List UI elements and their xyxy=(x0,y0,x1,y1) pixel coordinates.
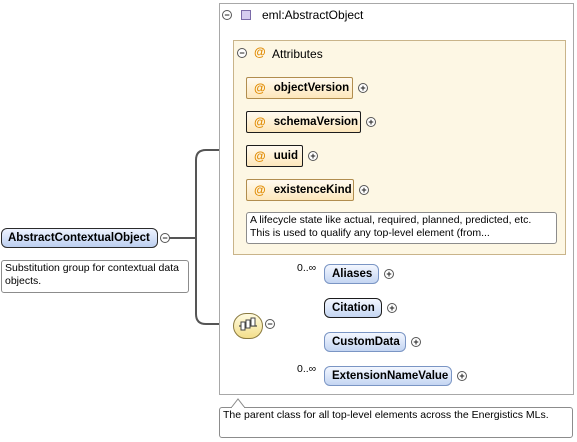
attributes-collapse-toggle[interactable] xyxy=(237,48,247,58)
root-description: Substitution group for contextual data o… xyxy=(1,260,189,293)
element-label: CustomData xyxy=(332,336,400,348)
sequence-compositor[interactable] xyxy=(233,313,263,339)
sequence-icon xyxy=(239,317,257,331)
root-element[interactable]: AbstractContextualObject xyxy=(1,228,158,248)
element-extensionnamevalue[interactable]: ExtensionNameValue xyxy=(324,366,452,386)
multiplicity-aliases: 0..∞ xyxy=(297,262,317,274)
attributes-label: Attributes xyxy=(272,47,323,61)
attribute-label: objectVersion xyxy=(273,82,350,94)
element-customdata[interactable]: CustomData xyxy=(324,332,406,352)
element-label: Citation xyxy=(332,302,375,314)
existencekind-description: A lifecycle state like actual, required,… xyxy=(246,212,557,244)
attribute-objectversion[interactable]: @ objectVersion xyxy=(246,77,353,99)
element-label: ExtensionNameValue xyxy=(332,370,449,382)
type-description: The parent class for all top-level eleme… xyxy=(219,407,573,438)
expand-citation[interactable] xyxy=(387,303,397,313)
type-collapse-toggle[interactable] xyxy=(222,10,232,20)
complex-type-icon xyxy=(241,10,251,20)
element-aliases[interactable]: Aliases xyxy=(324,264,379,284)
expand-uuid[interactable] xyxy=(308,151,318,161)
attribute-icon: @ xyxy=(254,149,266,163)
root-collapse-toggle[interactable] xyxy=(160,233,170,243)
element-label: Aliases xyxy=(332,268,373,280)
expand-aliases[interactable] xyxy=(384,269,394,279)
expand-objectversion[interactable] xyxy=(358,83,368,93)
attribute-uuid[interactable]: @ uuid xyxy=(246,145,303,167)
root-element-label: AbstractContextualObject xyxy=(8,232,150,244)
attribute-label: schemaVersion xyxy=(273,116,359,128)
attribute-existencekind[interactable]: @ existenceKind xyxy=(246,179,354,201)
attribute-label: existenceKind xyxy=(273,184,352,196)
expand-customdata[interactable] xyxy=(411,337,421,347)
multiplicity-extensionnamevalue: 0..∞ xyxy=(297,363,317,375)
attribute-label: uuid xyxy=(273,150,298,162)
attribute-group-icon: @ xyxy=(254,45,266,59)
attribute-icon: @ xyxy=(254,81,266,95)
type-name: eml:AbstractObject xyxy=(262,8,364,22)
attribute-schemaversion[interactable]: @ schemaVersion xyxy=(246,111,361,133)
sequence-collapse-toggle[interactable] xyxy=(265,319,275,329)
expand-existencekind[interactable] xyxy=(359,185,369,195)
callout-pointer-cover xyxy=(232,407,244,409)
attribute-icon: @ xyxy=(254,115,266,129)
element-citation[interactable]: Citation xyxy=(324,298,382,318)
expand-extensionnamevalue[interactable] xyxy=(457,371,467,381)
expand-schemaversion[interactable] xyxy=(366,117,376,127)
attribute-icon: @ xyxy=(254,183,266,197)
